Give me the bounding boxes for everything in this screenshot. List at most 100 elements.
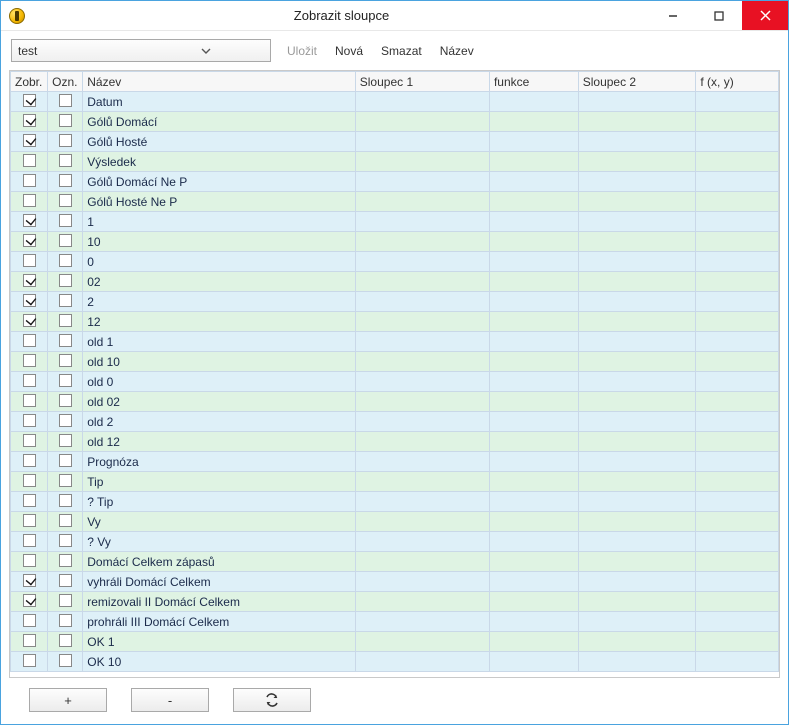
nazev-cell[interactable]: Vy	[83, 512, 356, 532]
nazev-cell[interactable]: vyhráli Domácí Celkem	[83, 572, 356, 592]
sloupec2-cell[interactable]	[578, 572, 696, 592]
funkce-cell[interactable]	[489, 272, 578, 292]
sloupec1-cell[interactable]	[355, 312, 489, 332]
sloupec1-cell[interactable]	[355, 232, 489, 252]
header-ozn[interactable]: Ozn.	[48, 72, 83, 92]
sloupec1-cell[interactable]	[355, 452, 489, 472]
funkce-cell[interactable]	[489, 412, 578, 432]
sloupec1-cell[interactable]	[355, 572, 489, 592]
fxy-cell[interactable]	[696, 492, 779, 512]
table-row[interactable]: Prognóza	[11, 452, 779, 472]
nazev-cell[interactable]: Gólů Domácí Ne P	[83, 172, 356, 192]
sloupec2-cell[interactable]	[578, 372, 696, 392]
remove-button[interactable]: -	[131, 688, 209, 712]
ozn-checkbox[interactable]	[59, 234, 72, 247]
funkce-cell[interactable]	[489, 532, 578, 552]
nazev-cell[interactable]: 0	[83, 252, 356, 272]
ozn-checkbox[interactable]	[59, 614, 72, 627]
table-row[interactable]: 1	[11, 212, 779, 232]
sloupec1-cell[interactable]	[355, 332, 489, 352]
fxy-cell[interactable]	[696, 612, 779, 632]
ozn-checkbox[interactable]	[59, 494, 72, 507]
fxy-cell[interactable]	[696, 312, 779, 332]
sloupec2-cell[interactable]	[578, 492, 696, 512]
fxy-cell[interactable]	[696, 392, 779, 412]
nazev-cell[interactable]: 02	[83, 272, 356, 292]
nazev-cell[interactable]: Výsledek	[83, 152, 356, 172]
table-row[interactable]: old 1	[11, 332, 779, 352]
funkce-cell[interactable]	[489, 452, 578, 472]
funkce-cell[interactable]	[489, 592, 578, 612]
funkce-cell[interactable]	[489, 232, 578, 252]
nazev-cell[interactable]: Gólů Domácí	[83, 112, 356, 132]
zobr-checkbox[interactable]	[23, 194, 36, 207]
funkce-cell[interactable]	[489, 312, 578, 332]
nazev-cell[interactable]: 10	[83, 232, 356, 252]
nazev-cell[interactable]: old 12	[83, 432, 356, 452]
zobr-checkbox[interactable]	[23, 354, 36, 367]
nazev-cell[interactable]: ? Tip	[83, 492, 356, 512]
ozn-checkbox[interactable]	[59, 114, 72, 127]
fxy-cell[interactable]	[696, 252, 779, 272]
header-sloupec1[interactable]: Sloupec 1	[355, 72, 489, 92]
fxy-cell[interactable]	[696, 472, 779, 492]
nazev-cell[interactable]: Prognóza	[83, 452, 356, 472]
table-row[interactable]: prohráli III Domácí Celkem	[11, 612, 779, 632]
table-row[interactable]: 10	[11, 232, 779, 252]
sloupec1-cell[interactable]	[355, 152, 489, 172]
table-row[interactable]: old 12	[11, 432, 779, 452]
zobr-checkbox[interactable]	[23, 234, 36, 247]
nazev-cell[interactable]: Domácí Celkem zápasů	[83, 552, 356, 572]
sloupec2-cell[interactable]	[578, 132, 696, 152]
nazev-cell[interactable]: old 0	[83, 372, 356, 392]
nazev-cell[interactable]: remizovali II Domácí Celkem	[83, 592, 356, 612]
ozn-checkbox[interactable]	[59, 394, 72, 407]
sloupec1-cell[interactable]	[355, 592, 489, 612]
table-row[interactable]: Tip	[11, 472, 779, 492]
sloupec2-cell[interactable]	[578, 532, 696, 552]
zobr-checkbox[interactable]	[23, 534, 36, 547]
fxy-cell[interactable]	[696, 552, 779, 572]
funkce-cell[interactable]	[489, 332, 578, 352]
maximize-button[interactable]	[696, 1, 742, 30]
ozn-checkbox[interactable]	[59, 94, 72, 107]
zobr-checkbox[interactable]	[23, 214, 36, 227]
zobr-checkbox[interactable]	[23, 434, 36, 447]
funkce-cell[interactable]	[489, 392, 578, 412]
fxy-cell[interactable]	[696, 532, 779, 552]
zobr-checkbox[interactable]	[23, 454, 36, 467]
sloupec2-cell[interactable]	[578, 332, 696, 352]
zobr-checkbox[interactable]	[23, 174, 36, 187]
funkce-cell[interactable]	[489, 252, 578, 272]
sloupec1-cell[interactable]	[355, 292, 489, 312]
zobr-checkbox[interactable]	[23, 274, 36, 287]
ozn-checkbox[interactable]	[59, 434, 72, 447]
sloupec1-cell[interactable]	[355, 372, 489, 392]
sloupec1-cell[interactable]	[355, 532, 489, 552]
add-button[interactable]: +	[29, 688, 107, 712]
zobr-checkbox[interactable]	[23, 254, 36, 267]
funkce-cell[interactable]	[489, 432, 578, 452]
funkce-cell[interactable]	[489, 552, 578, 572]
sloupec2-cell[interactable]	[578, 112, 696, 132]
nazev-cell[interactable]: 1	[83, 212, 356, 232]
zobr-checkbox[interactable]	[23, 414, 36, 427]
ozn-checkbox[interactable]	[59, 534, 72, 547]
funkce-cell[interactable]	[489, 92, 578, 112]
sloupec2-cell[interactable]	[578, 92, 696, 112]
sloupec2-cell[interactable]	[578, 172, 696, 192]
table-row[interactable]: OK 10	[11, 652, 779, 672]
ozn-checkbox[interactable]	[59, 474, 72, 487]
funkce-cell[interactable]	[489, 472, 578, 492]
fxy-cell[interactable]	[696, 432, 779, 452]
table-row[interactable]: old 02	[11, 392, 779, 412]
table-row[interactable]: Datum	[11, 92, 779, 112]
ozn-checkbox[interactable]	[59, 274, 72, 287]
fxy-cell[interactable]	[696, 632, 779, 652]
nazev-cell[interactable]: Datum	[83, 92, 356, 112]
fxy-cell[interactable]	[696, 332, 779, 352]
ozn-checkbox[interactable]	[59, 334, 72, 347]
funkce-cell[interactable]	[489, 132, 578, 152]
nazev-cell[interactable]: Gólů Hosté Ne P	[83, 192, 356, 212]
zobr-checkbox[interactable]	[23, 394, 36, 407]
